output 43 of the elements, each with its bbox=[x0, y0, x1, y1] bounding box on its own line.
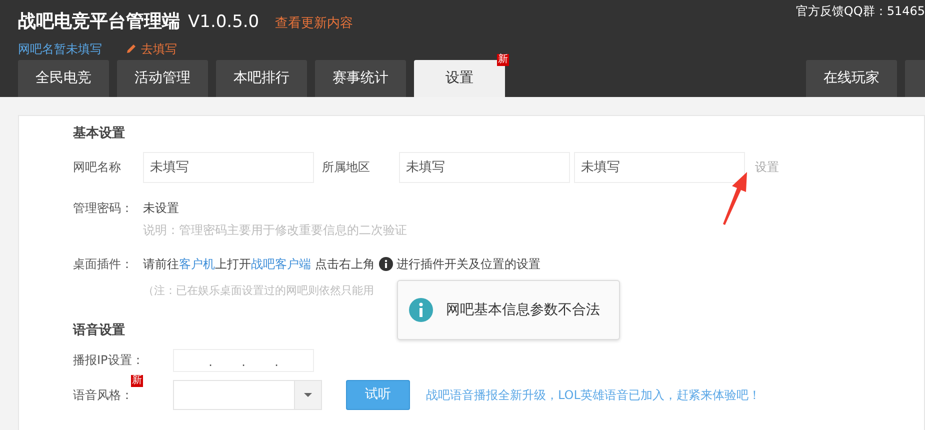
field-label: 管理密码： bbox=[73, 200, 134, 216]
caret-icon bbox=[294, 380, 321, 408]
instruction-text: 上打开 bbox=[215, 256, 251, 272]
new-badge: 新 bbox=[131, 374, 143, 386]
field-label: 所属地区 bbox=[321, 159, 371, 176]
nav-tab[interactable]: 活动管理 bbox=[117, 60, 208, 97]
nav-tab[interactable]: 赛事统计 bbox=[315, 60, 406, 97]
field-label: 语音风格： bbox=[73, 386, 133, 404]
info-icon bbox=[378, 256, 393, 270]
note-text: （注：已在娱乐桌面设置过的网吧则依然只能用 bbox=[143, 282, 374, 298]
field-label: 播报IP设置： bbox=[73, 352, 145, 369]
new-badge: 新 bbox=[497, 54, 509, 66]
section-heading: 语音设置 bbox=[73, 322, 126, 340]
field-label: 网吧名称 bbox=[73, 159, 122, 176]
version-label: V1.0.5.0 bbox=[188, 11, 260, 34]
instruction-text: 点击右上角 bbox=[314, 256, 376, 272]
ip-separator: . bbox=[242, 354, 246, 370]
info-icon bbox=[408, 297, 434, 323]
text-input[interactable]: 未填写 bbox=[399, 152, 570, 182]
ip-separator: . bbox=[208, 354, 212, 370]
field-value: 未设置 bbox=[143, 200, 179, 216]
annotation-arrow bbox=[720, 170, 750, 226]
hint-text: 说明：管理密码主要用于修改重要信息的二次验证 bbox=[143, 222, 408, 238]
nav-tab[interactable]: 在线玩家 bbox=[806, 60, 897, 97]
text-input[interactable]: 未填写 bbox=[574, 152, 745, 182]
nav-tab[interactable]: 全民电竞 bbox=[18, 60, 109, 97]
toast-text: 网吧基本信息参数不合法 bbox=[446, 300, 600, 320]
edit-link[interactable]: 去填写 bbox=[126, 40, 177, 58]
field-label: 桌面插件： bbox=[73, 256, 134, 272]
update-link[interactable]: 查看更新内容 bbox=[275, 14, 354, 34]
nav-tab[interactable]: 本吧排行 bbox=[216, 60, 307, 97]
app-title: 战吧电竞平台管理端 bbox=[18, 10, 180, 34]
promo-text: 战吧语音播报全新升级，LOL英雄语音已加入，赶紧来体验吧！ bbox=[426, 386, 760, 404]
ip-separator: . bbox=[274, 354, 278, 370]
feedback-text: 官方反馈QQ群：51465 bbox=[796, 3, 925, 20]
instruction-text: 请前往 bbox=[143, 256, 179, 272]
text-input[interactable]: 未填写 bbox=[143, 152, 314, 182]
pencil-icon bbox=[126, 43, 137, 54]
section-heading: 基本设置 bbox=[73, 125, 126, 143]
ip-input[interactable]: . . . bbox=[173, 348, 314, 372]
netbar-name-text: 网吧名暂未填写 bbox=[18, 40, 102, 58]
voice-style-select[interactable] bbox=[173, 380, 322, 410]
instruction-text: 进行插件开关及位置的设置 bbox=[395, 256, 540, 272]
